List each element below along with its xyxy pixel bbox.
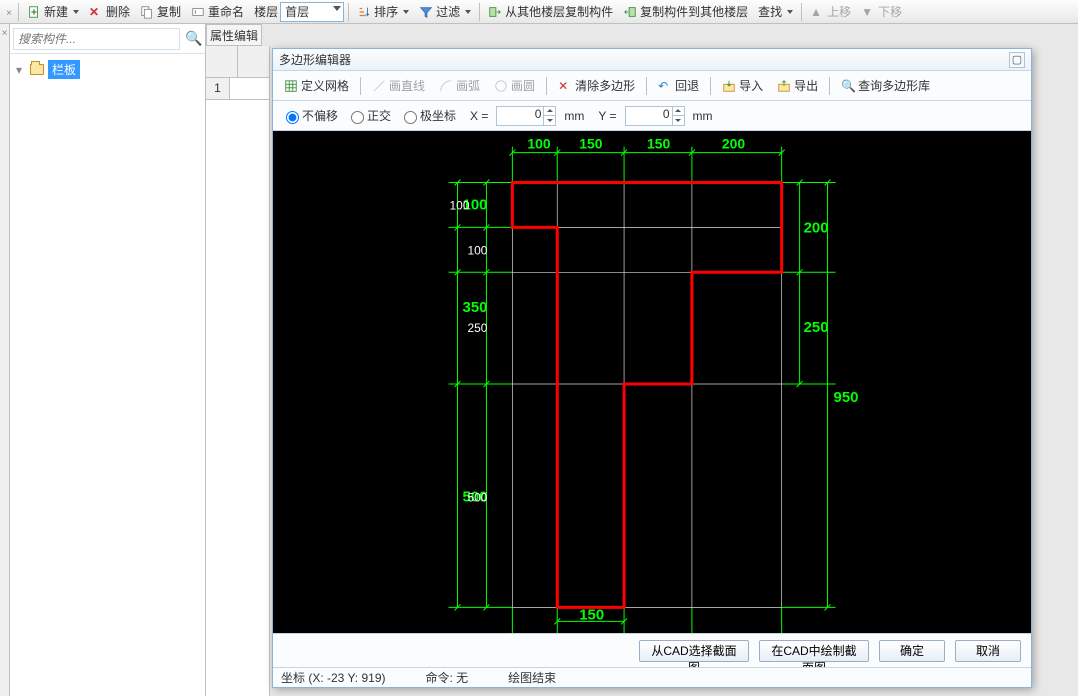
filter-button[interactable]: 过滤	[415, 1, 475, 22]
no-offset-radio[interactable]: 不偏移	[281, 107, 338, 125]
copy-button[interactable]: 复制	[136, 1, 185, 22]
tree-item-lanban[interactable]: ▾ 栏板	[14, 58, 201, 81]
polar-radio[interactable]: 极坐标	[399, 107, 456, 125]
query-polygon-lib-button[interactable]: 🔍查询多边形库	[836, 74, 935, 97]
folder-icon	[30, 64, 44, 75]
svg-text:950: 950	[834, 389, 859, 406]
cancel-button[interactable]: 取消	[955, 640, 1021, 662]
select-from-cad-button[interactable]: 从CAD选择截面图	[639, 640, 749, 662]
x-unit: mm	[564, 109, 584, 123]
svg-text:250: 250	[467, 321, 487, 335]
svg-text:100: 100	[527, 136, 551, 152]
row-number[interactable]: 1	[206, 78, 230, 100]
svg-text:200: 200	[722, 136, 746, 152]
draw-line-button: 画直线	[367, 74, 430, 97]
svg-text:250: 250	[804, 319, 829, 336]
x-label: X =	[470, 109, 488, 123]
import-button[interactable]: 导入	[717, 74, 768, 97]
export-button[interactable]: 导出	[772, 74, 823, 97]
floor-combo[interactable]: 首层	[280, 2, 344, 22]
clear-polygon-button[interactable]: ✕清除多边形	[553, 74, 640, 97]
find-button[interactable]: 查找	[754, 1, 797, 22]
search-button[interactable]: 🔍	[183, 28, 205, 50]
copy-to-floors-button[interactable]: 复制构件到其他楼层	[619, 1, 752, 22]
draw-in-cad-button[interactable]: 在CAD中绘制截面图	[759, 640, 869, 662]
floor-label: 楼层	[254, 3, 278, 20]
status-cmd: 命令: 无	[426, 669, 469, 686]
search-input[interactable]	[13, 28, 180, 50]
dialog-title: 多边形编辑器	[279, 51, 351, 68]
new-button[interactable]: 新建	[23, 1, 83, 22]
sort-button[interactable]: 排序	[353, 1, 413, 22]
status-draw-end: 绘图结束	[508, 669, 556, 686]
y-label: Y =	[598, 109, 616, 123]
move-up-button: ▲上移	[806, 1, 855, 22]
y-unit: mm	[693, 109, 713, 123]
close-icon[interactable]: ▢	[1009, 52, 1025, 68]
panel-collapse-left[interactable]: ×	[4, 4, 14, 19]
panel-collapse-far-left[interactable]: ×	[0, 24, 10, 696]
svg-text:150: 150	[647, 136, 671, 152]
draw-circle-button: 画圆	[489, 74, 540, 97]
ok-button[interactable]: 确定	[879, 640, 945, 662]
y-input[interactable]: 0	[625, 106, 685, 126]
svg-text:150: 150	[579, 136, 603, 152]
svg-text:150: 150	[579, 606, 604, 623]
move-down-button: ▼下移	[857, 1, 906, 22]
rename-button[interactable]: 重命名	[187, 1, 248, 22]
svg-text:500: 500	[467, 491, 487, 505]
drawing-canvas[interactable]: 100 150 150 200 100 350 500 100 100 250 …	[273, 131, 1031, 633]
status-coord: 坐标 (X: -23 Y: 919)	[281, 669, 386, 686]
delete-button[interactable]: ✕删除	[85, 1, 134, 22]
define-grid-button[interactable]: 定义网格	[279, 74, 354, 97]
draw-arc-button: 画弧	[434, 74, 485, 97]
svg-text:200: 200	[804, 219, 829, 236]
undo-button[interactable]: ↶回退	[653, 74, 704, 97]
polygon-editor-dialog: 多边形编辑器 ▢ 定义网格 画直线 画弧 画圆 ✕清除多边形 ↶回退 导入 导出…	[272, 48, 1032, 688]
ortho-radio[interactable]: 正交	[346, 107, 391, 125]
svg-text:100: 100	[467, 243, 487, 257]
property-edit-tab[interactable]: 属性编辑	[206, 24, 262, 46]
svg-text:350: 350	[463, 299, 488, 316]
svg-text:100: 100	[450, 198, 470, 212]
copy-from-floors-button[interactable]: 从其他楼层复制构件	[484, 1, 617, 22]
x-input[interactable]: 0	[496, 106, 556, 126]
